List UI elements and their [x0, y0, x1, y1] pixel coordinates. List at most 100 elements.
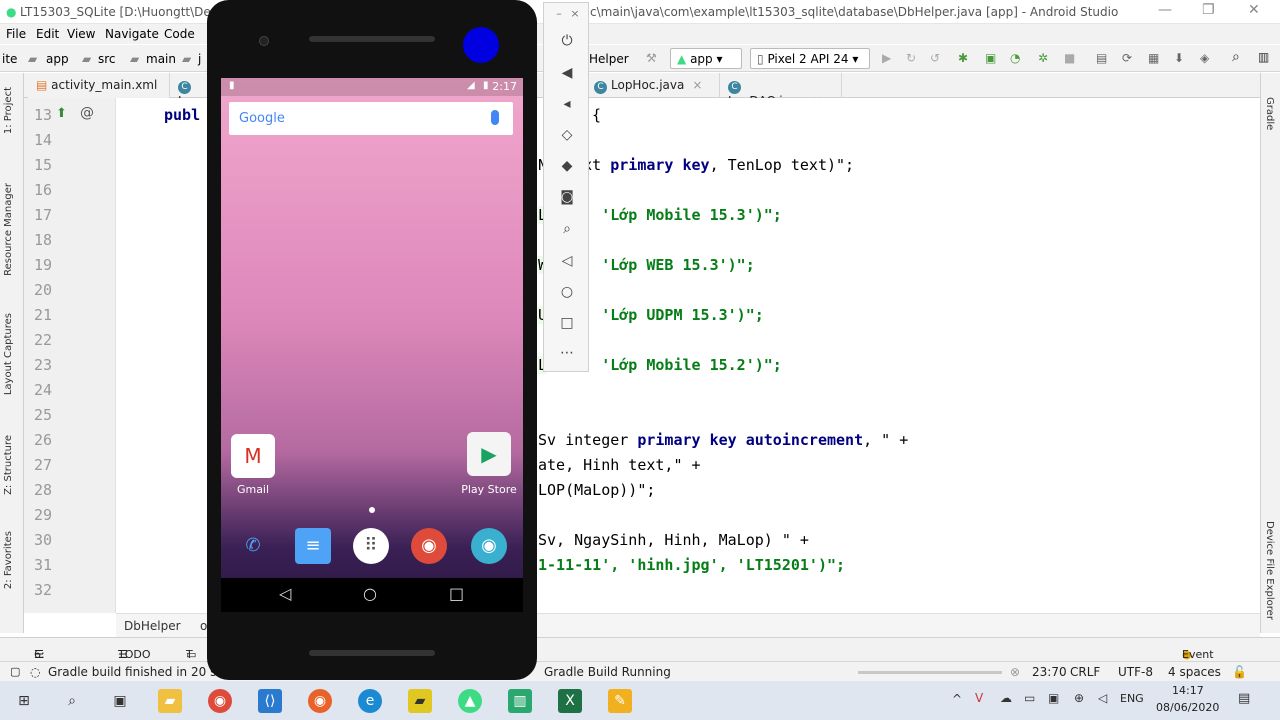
back-icon[interactable]: ◁ — [558, 253, 576, 269]
tab-activity-main[interactable]: ▤ activity_main.xml — [28, 73, 170, 98]
network-icon[interactable]: ⊕ — [1074, 691, 1084, 705]
maximize-button[interactable]: ❐ — [1202, 2, 1215, 18]
settings-icon[interactable]: ▥ — [1258, 50, 1269, 64]
close-tab-icon[interactable]: × — [692, 78, 702, 92]
phone-dialer-icon[interactable]: ✆ — [235, 528, 271, 564]
background-task[interactable]: Gradle Build Running — [544, 665, 671, 679]
sync-icon[interactable]: ⟳ — [1122, 51, 1132, 65]
messages-icon[interactable]: ≡ — [295, 528, 331, 564]
camera-icon[interactable]: ◉ — [471, 528, 507, 564]
power-icon[interactable]: ⏻ — [558, 33, 576, 49]
emulator-screen[interactable]: ▮ ◢ ▮ 2:17 Google M Gmail ▶ Play Store ✆… — [221, 78, 523, 612]
tray-app-icon[interactable]: V — [975, 691, 983, 705]
zoom-icon[interactable]: ⌕ — [558, 221, 576, 237]
breadcrumb-class[interactable]: DbHelper — [124, 619, 181, 633]
tray-display-icon[interactable]: ▣ — [1048, 691, 1059, 705]
clock-date[interactable]: 08/06/2020 — [1156, 701, 1219, 714]
windows-start-icon[interactable]: ⊞ — [12, 689, 36, 713]
apply-code-icon[interactable]: ↺ — [930, 51, 940, 65]
search-icon[interactable]: ⌕ — [60, 689, 84, 713]
apply-changes-icon[interactable]: ↻ — [906, 51, 916, 65]
breadcrumb-src[interactable]: src — [98, 52, 116, 66]
sticky-notes-icon[interactable]: ▰ — [408, 689, 432, 713]
attach-debugger-icon[interactable]: ✲ — [1038, 51, 1048, 65]
breadcrumb-dbhelper[interactable]: Helper — [589, 52, 629, 66]
volume-up-icon[interactable]: ◀ — [558, 65, 576, 81]
input-language[interactable]: ENG — [1120, 692, 1144, 705]
search-icon[interactable]: ⌕ — [1232, 50, 1240, 64]
more-icon[interactable]: ⋯ — [558, 345, 576, 361]
battery-icon[interactable]: ▭ — [1024, 691, 1035, 705]
menu-code[interactable]: Code — [164, 27, 195, 41]
menu-navigate[interactable]: Navigate — [105, 27, 159, 41]
task-view-icon[interactable]: ▣ — [108, 689, 132, 713]
run-icon[interactable]: ▶ — [882, 51, 891, 65]
volume-down-icon[interactable]: ◂ — [558, 96, 576, 112]
onedrive-icon[interactable]: ☁ — [1000, 691, 1012, 705]
status-message[interactable]: Gradle build finished in 20 s 86 — [48, 665, 235, 679]
sdk-manager-icon[interactable]: ⬇ — [1174, 51, 1184, 65]
edge-icon[interactable]: e — [358, 689, 382, 713]
tool-gradle[interactable]: Gradle — [1264, 97, 1275, 130]
rotate-left-icon[interactable]: ◇ — [558, 127, 576, 143]
line-separator[interactable]: CRLF — [1070, 665, 1100, 679]
tool-favorites[interactable]: 2: Favorites — [3, 531, 14, 589]
menu-view[interactable]: View — [67, 27, 95, 41]
volume-icon[interactable]: ◁ — [1098, 691, 1107, 705]
override-icon[interactable]: ⬆ — [56, 106, 67, 121]
tab-lopdao[interactable]: CLopDAO.java× — [720, 73, 842, 108]
android-studio-icon[interactable]: ▲ — [458, 689, 482, 713]
caret-position[interactable]: 23:70 — [1032, 665, 1067, 679]
tab-lophoc[interactable]: C LopHoc.java × — [586, 73, 720, 98]
tab-lop[interactable]: CLop — [170, 73, 210, 108]
paint-icon[interactable]: ✎ — [608, 689, 632, 713]
status-toggle-icon[interactable]: ▢ — [10, 665, 20, 678]
microphone-icon[interactable] — [491, 110, 499, 125]
back-icon[interactable]: ◁ — [279, 584, 291, 603]
recents-icon[interactable]: □ — [449, 584, 464, 603]
tool-layout-captures[interactable]: Layout Captures — [3, 313, 14, 395]
cancel-task-icon[interactable]: ⊗ — [1010, 665, 1020, 679]
gmail-icon[interactable]: M — [231, 434, 275, 478]
chrome-icon[interactable]: ◉ — [411, 528, 447, 564]
tool-project[interactable]: 1: Project — [3, 87, 14, 134]
vscode-icon[interactable]: ⟨⟩ — [258, 689, 282, 713]
close-button[interactable]: ✕ — [1248, 2, 1260, 18]
rotate-right-icon[interactable]: ◆ — [558, 158, 576, 174]
play-store-icon[interactable]: ▶ — [467, 432, 511, 476]
menu-edit[interactable]: Edit — [36, 27, 59, 41]
excel-icon[interactable]: X — [558, 689, 582, 713]
coverage-icon[interactable]: ▣ — [985, 51, 996, 65]
tool-device-file-explorer[interactable]: Device File Explorer — [1264, 521, 1275, 620]
home-icon[interactable]: ○ — [558, 284, 576, 300]
run-config-select[interactable]: ▲ app ▾ — [670, 48, 742, 69]
file-explorer-icon[interactable]: ▰ — [158, 689, 182, 713]
breadcrumb-app[interactable]: app — [46, 52, 69, 66]
breadcrumb-project[interactable]: ite — [2, 52, 17, 66]
google-search-bar[interactable]: Google — [229, 102, 513, 135]
file-encoding[interactable]: UTF-8 — [1118, 665, 1153, 679]
tool-resource-manager[interactable]: Resource Manager — [3, 183, 14, 276]
device-select[interactable]: ▯ Pixel 2 API 24 ▾ — [750, 48, 870, 69]
clock-time[interactable]: 14:17 — [1172, 684, 1204, 697]
active-app-icon[interactable]: ▥ — [508, 689, 532, 713]
notifications-icon[interactable]: ▤ — [1238, 691, 1250, 706]
menu-file[interactable]: File — [6, 27, 26, 41]
firefox-icon[interactable]: ◉ — [308, 689, 332, 713]
layout-inspector-icon[interactable]: ◈ — [1200, 51, 1209, 65]
app-drawer-icon[interactable]: ⠿ — [353, 528, 389, 564]
breadcrumb-java[interactable]: j — [198, 52, 201, 66]
profile-icon[interactable]: ◔ — [1010, 51, 1020, 65]
close-emulator-icon[interactable]: × — [566, 7, 584, 20]
breadcrumb-main[interactable]: main — [146, 52, 176, 66]
minimize-button[interactable]: — — [1158, 2, 1172, 18]
stop-icon[interactable]: ■ — [1064, 51, 1075, 65]
tool-structure[interactable]: Z: Structure — [3, 435, 14, 495]
hammer-icon[interactable]: ⚒ — [646, 51, 657, 65]
debug-icon[interactable]: ✱ — [958, 51, 968, 65]
overview-icon[interactable]: □ — [558, 315, 576, 331]
project-structure-icon[interactable]: ▤ — [1096, 51, 1107, 65]
avd-manager-icon[interactable]: ▦ — [1148, 51, 1159, 65]
tray-chevron-icon[interactable]: ^ — [952, 692, 962, 706]
chrome-icon[interactable]: ◉ — [208, 689, 232, 713]
